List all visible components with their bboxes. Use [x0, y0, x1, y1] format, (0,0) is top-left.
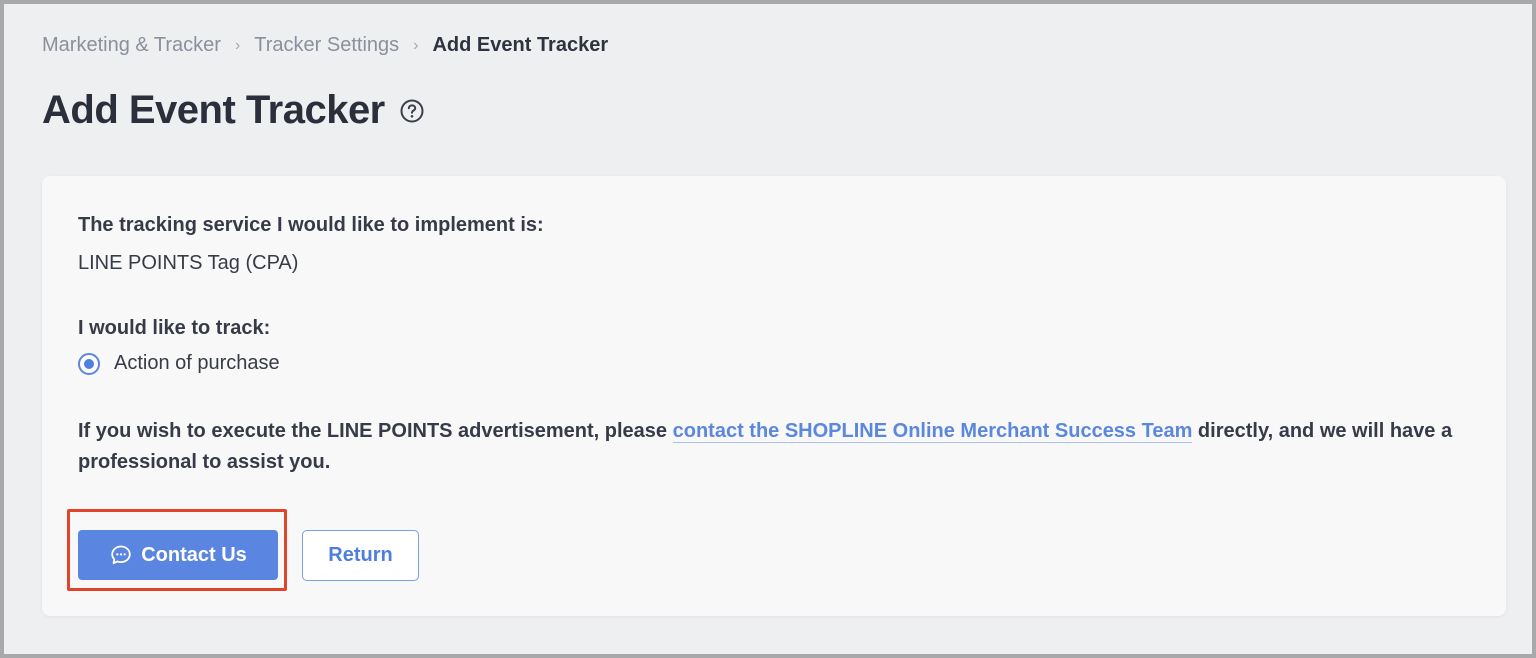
chat-bubble-icon [109, 543, 133, 567]
breadcrumb-current: Add Event Tracker [432, 34, 609, 56]
tracker-form-card: The tracking service I would like to imp… [42, 176, 1506, 616]
breadcrumb-separator-icon: › [234, 36, 241, 54]
return-label: Return [328, 544, 393, 566]
page-header: Add Event Tracker [42, 88, 425, 133]
merchant-success-team-link[interactable]: contact the SHOPLINE Online Merchant Suc… [672, 420, 1193, 443]
service-value: LINE POINTS Tag (CPA) [78, 252, 299, 274]
radio-button[interactable] [78, 352, 100, 375]
radio-label: Action of purchase [114, 352, 280, 374]
radio-selected-dot [84, 358, 94, 369]
radio-action-of-purchase[interactable]: Action of purchase [78, 352, 280, 375]
return-button[interactable]: Return [302, 530, 419, 581]
contact-us-button[interactable]: Contact Us [78, 530, 278, 580]
breadcrumb-separator-icon: › [413, 36, 419, 54]
service-label: The tracking service I would like to imp… [78, 214, 544, 236]
question-circle-icon[interactable] [399, 98, 425, 124]
page-title: Add Event Tracker [42, 88, 385, 132]
app-window: Marketing & Tracker › Tracker Settings ›… [0, 0, 1536, 658]
note-text-before: If you wish to execute the LINE POINTS a… [78, 420, 673, 442]
contact-us-label: Contact Us [141, 543, 247, 566]
contact-note: If you wish to execute the LINE POINTS a… [78, 416, 1468, 478]
breadcrumb: Marketing & Tracker › Tracker Settings ›… [42, 34, 608, 57]
breadcrumb-item-tracker-settings[interactable]: Tracker Settings [254, 34, 399, 57]
track-label: I would like to track: [78, 317, 271, 339]
breadcrumb-item-marketing[interactable]: Marketing & Tracker [42, 34, 221, 57]
